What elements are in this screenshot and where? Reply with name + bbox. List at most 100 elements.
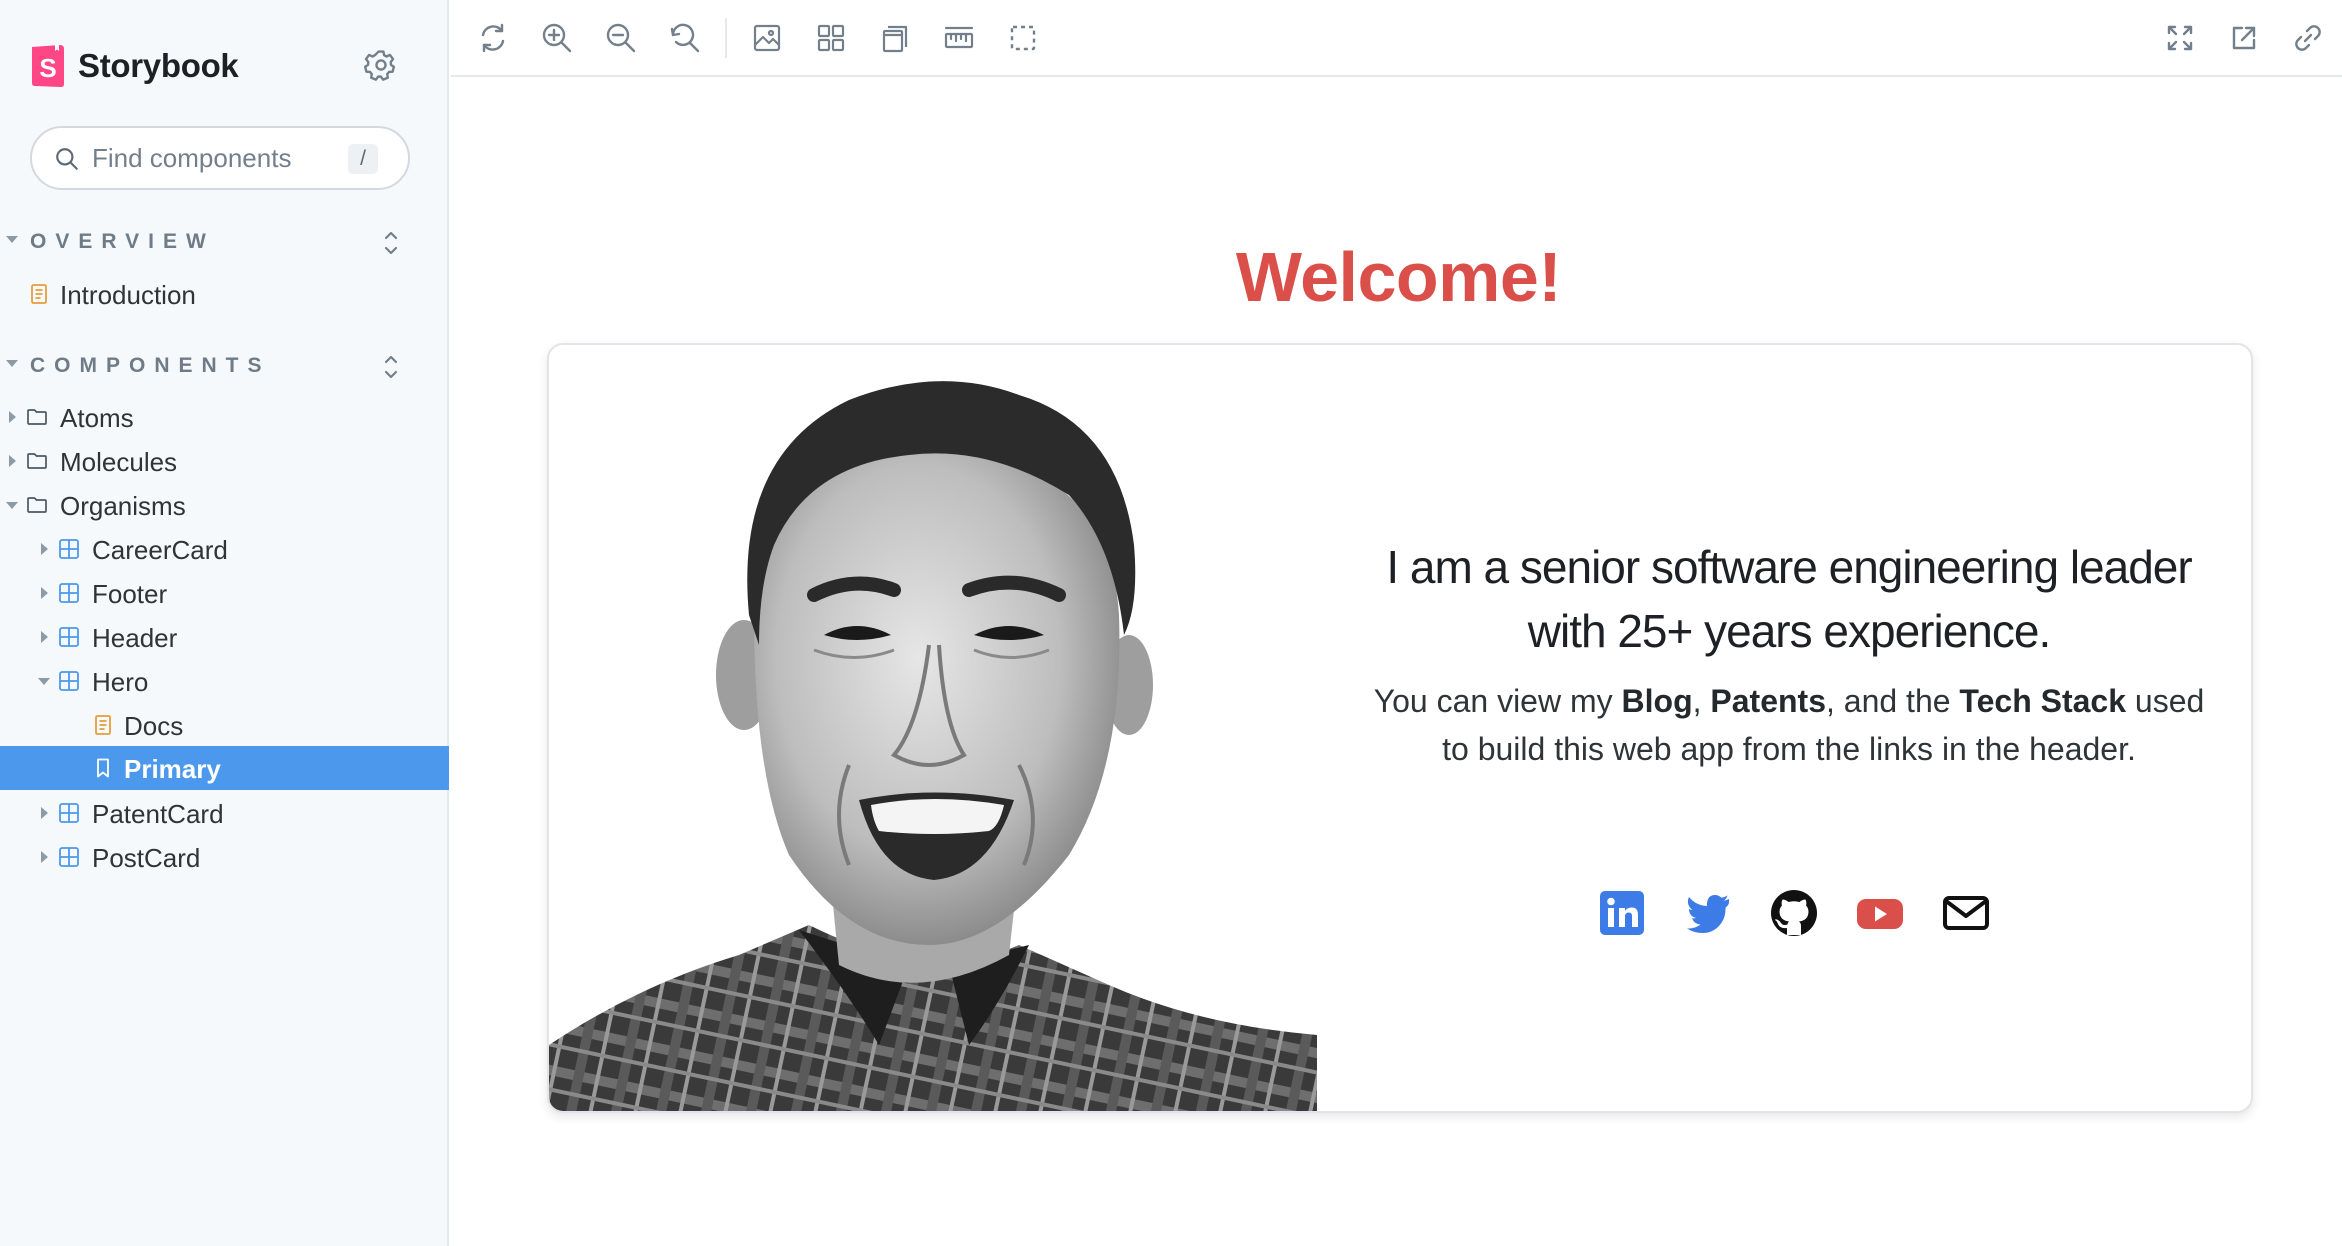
- tree-item-label: CareerCard: [92, 535, 228, 565]
- viewport-button[interactable]: [877, 20, 913, 56]
- tree-item-docs[interactable]: Docs: [0, 703, 449, 747]
- patents-keyword: Patents: [1710, 683, 1826, 719]
- component-icon: [59, 539, 79, 559]
- preview-toolbar: [451, 0, 2342, 77]
- preview-canvas: Welcome! I am a senior software engineer…: [451, 79, 2342, 1246]
- caret-right-icon: [41, 543, 48, 555]
- social-links: [1594, 885, 1994, 949]
- caret-right-icon: [41, 587, 48, 599]
- youtube-icon: [1857, 899, 1903, 929]
- viewport-icon: [882, 25, 908, 53]
- component-icon: [59, 583, 79, 603]
- copy-link-icon: [2295, 25, 2321, 51]
- component-icon: [59, 627, 79, 647]
- gear-icon[interactable]: [364, 48, 398, 82]
- fullscreen-icon: [2167, 25, 2193, 51]
- blog-keyword: Blog: [1621, 683, 1693, 719]
- caret-down-icon: [6, 236, 18, 243]
- grid-icon: [817, 24, 845, 52]
- tree-item-careercard[interactable]: CareerCard: [0, 527, 449, 571]
- tree-item-label: PatentCard: [92, 799, 224, 829]
- sidebar: S Storybook / OVERVIEW Introduction COMP…: [0, 0, 449, 1246]
- document-icon: [95, 715, 111, 735]
- caret-right-icon: [41, 631, 48, 643]
- hero-headline-line-2: with 25+ years experience.: [1527, 605, 2051, 657]
- body-text-part: used: [2126, 683, 2205, 719]
- copy-link-button[interactable]: [2290, 20, 2326, 56]
- tree-item-organisms[interactable]: Organisms: [0, 483, 449, 527]
- tree-item-label: Primary: [124, 754, 221, 784]
- section-title: OVERVIEW: [30, 230, 215, 253]
- outline-button[interactable]: [1005, 20, 1041, 56]
- brand[interactable]: S Storybook: [30, 44, 239, 88]
- linkedin-link[interactable]: [1594, 885, 1650, 941]
- fullscreen-button[interactable]: [2162, 20, 2198, 56]
- zoom-out-icon: [606, 23, 636, 53]
- caret-right-icon: [9, 455, 16, 467]
- outline-icon: [1010, 25, 1036, 51]
- tree-item-introduction[interactable]: Introduction: [0, 272, 449, 316]
- tree-item-footer[interactable]: Footer: [0, 571, 449, 615]
- caret-right-icon: [41, 807, 48, 819]
- hero-card: I am a senior software engineering leade…: [547, 343, 2253, 1113]
- expand-collapse-icon[interactable]: [378, 228, 404, 258]
- section-overview[interactable]: OVERVIEW: [0, 226, 449, 260]
- section-components[interactable]: COMPONENTS: [0, 350, 449, 384]
- profile-photo: [549, 345, 1317, 1111]
- folder-icon: [27, 409, 47, 425]
- tree-item-label: Docs: [124, 711, 184, 741]
- tree-item-molecules[interactable]: Molecules: [0, 439, 449, 483]
- toolbar-divider: [725, 18, 727, 58]
- open-new-tab-icon: [2232, 26, 2256, 50]
- search-shortcut-badge: /: [348, 144, 378, 174]
- tree-item-atoms[interactable]: Atoms: [0, 395, 449, 439]
- component-icon: [59, 803, 79, 823]
- zoom-reset-icon: [670, 23, 700, 53]
- search-input[interactable]: [92, 138, 342, 178]
- hero-headline-line-1: I am a senior software engineering leade…: [1386, 541, 2192, 593]
- body-text-part: ,: [1692, 683, 1711, 719]
- search-box[interactable]: /: [30, 126, 410, 190]
- tree-item-label: Molecules: [60, 447, 178, 477]
- brand-name: Storybook: [78, 47, 239, 84]
- caret-down-icon: [38, 678, 50, 685]
- tree-item-label: Introduction: [60, 280, 196, 310]
- body-text-part: to build this web app from the links in …: [1442, 731, 2136, 767]
- svg-text:S: S: [39, 53, 56, 83]
- tree-item-header[interactable]: Header: [0, 615, 449, 659]
- grid-button[interactable]: [813, 20, 849, 56]
- twitter-link[interactable]: [1680, 885, 1736, 941]
- caret-down-icon: [6, 502, 18, 509]
- expand-collapse-icon[interactable]: [378, 352, 404, 382]
- body-text-part: , and the: [1825, 683, 1960, 719]
- measure-button[interactable]: [941, 20, 977, 56]
- twitter-icon: [1687, 895, 1729, 933]
- remount-button[interactable]: [475, 20, 511, 56]
- tree-item-patentcard[interactable]: PatentCard: [0, 791, 449, 835]
- tech-stack-keyword: Tech Stack: [1959, 683, 2127, 719]
- github-link[interactable]: [1766, 885, 1822, 941]
- open-new-tab-button[interactable]: [2226, 20, 2262, 56]
- document-icon: [31, 284, 47, 304]
- hero-title: Welcome!: [1235, 238, 1562, 316]
- measure-icon: [944, 26, 974, 49]
- tree-item-label: Organisms: [60, 491, 186, 521]
- hero-text: I am a senior software engineering leade…: [1349, 535, 2229, 773]
- youtube-link[interactable]: [1852, 885, 1908, 941]
- zoom-in-icon: [542, 23, 572, 53]
- background-icon: [753, 24, 781, 52]
- component-icon: [59, 847, 79, 867]
- tree-item-hero[interactable]: Hero: [0, 659, 449, 703]
- folder-icon: [27, 453, 47, 469]
- zoom-out-button[interactable]: [603, 20, 639, 56]
- tree-item-label: PostCard: [92, 843, 201, 873]
- background-button[interactable]: [749, 20, 785, 56]
- tree-item-primary[interactable]: Primary: [0, 746, 449, 790]
- storybook-logo-icon: S: [32, 45, 64, 87]
- zoom-reset-button[interactable]: [667, 20, 703, 56]
- zoom-in-button[interactable]: [539, 20, 575, 56]
- tree-item-label: Header: [92, 623, 178, 653]
- tree-item-postcard[interactable]: PostCard: [0, 835, 449, 879]
- email-link[interactable]: [1938, 885, 1994, 941]
- github-icon: [1771, 890, 1817, 936]
